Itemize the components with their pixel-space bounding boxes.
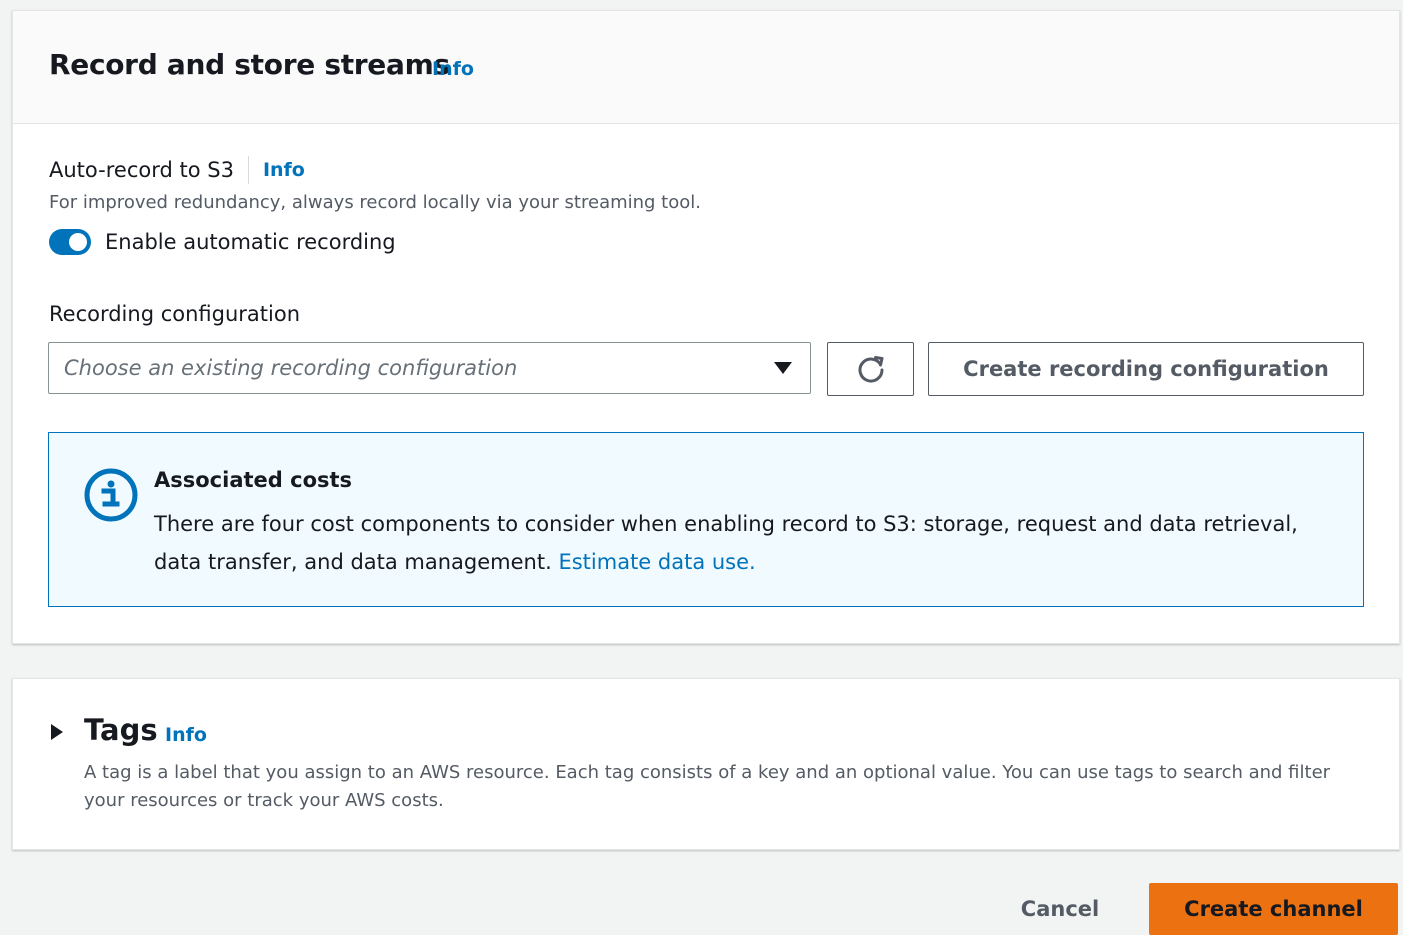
estimate-data-use-link[interactable]: Estimate data use.: [558, 550, 755, 574]
create-recording-config-button[interactable]: Create recording configuration: [928, 342, 1364, 396]
auto-record-toggle[interactable]: [49, 229, 91, 255]
tags-container: Tags Info A tag is a label that you assi…: [12, 678, 1400, 850]
refresh-button[interactable]: [827, 342, 914, 396]
recording-config-label: Recording configuration: [49, 302, 301, 326]
associated-costs-alert: Associated costs There are four cost com…: [48, 432, 1364, 607]
expand-caret-icon[interactable]: [51, 724, 63, 740]
info-circle-icon: [84, 468, 138, 522]
toggle-label[interactable]: Enable automatic recording: [105, 230, 396, 254]
auto-record-info-link[interactable]: Info: [263, 159, 305, 181]
refresh-icon: [858, 356, 884, 383]
cancel-button[interactable]: Cancel: [990, 883, 1130, 935]
section-title: Record and store streams: [49, 48, 450, 81]
select-placeholder: Choose an existing recording configurati…: [64, 356, 518, 380]
alert-title: Associated costs: [154, 468, 353, 492]
create-recording-config-label: Create recording configuration: [963, 357, 1329, 381]
tags-info-link[interactable]: Info: [165, 724, 207, 746]
auto-record-label: Auto-record to S3: [49, 158, 234, 182]
tags-description: A tag is a label that you assign to an A…: [84, 762, 1331, 811]
tags-title[interactable]: Tags: [84, 713, 158, 747]
auto-record-toggle-row: Enable automatic recording: [49, 229, 396, 255]
alert-body: There are four cost components to consid…: [154, 505, 1304, 581]
recording-config-select[interactable]: Choose an existing recording configurati…: [48, 342, 811, 394]
create-channel-button[interactable]: Create channel: [1149, 883, 1398, 935]
toggle-knob: [69, 233, 87, 251]
label-divider: [247, 156, 249, 184]
container-header: Record and store streams Info: [13, 11, 1399, 124]
record-info-link[interactable]: Info: [432, 58, 474, 80]
auto-record-description: For improved redundancy, always record l…: [49, 192, 701, 213]
auto-record-label-row: Auto-record to S3 Info: [49, 156, 305, 184]
record-and-store-container: Record and store streams Info Auto-recor…: [12, 10, 1400, 644]
caret-down-icon: [774, 362, 792, 374]
